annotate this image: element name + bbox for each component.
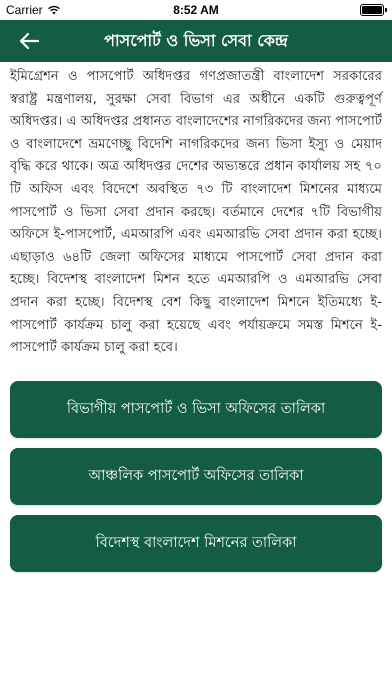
regional-office-list-button[interactable]: আঞ্চলিক পাসপোর্ট অফিসের তালিকা bbox=[10, 448, 382, 505]
battery-icon bbox=[360, 4, 387, 16]
nav-bar: পাসপোর্ট ও ভিসা সেবা কেন্দ্র bbox=[0, 20, 392, 62]
status-bar: Carrier 8:52 AM bbox=[0, 0, 392, 20]
arrow-left-icon bbox=[19, 32, 39, 50]
button-label: আঞ্চলিক পাসপোর্ট অফিসের তালিকা bbox=[88, 467, 304, 484]
button-label: বিদেশস্থ বাংলাদেশ মিশনের তালিকা bbox=[95, 534, 297, 551]
button-label: বিভাগীয় পাসপোর্ট ও ভিসা অফিসের তালিকা bbox=[66, 400, 326, 417]
division-office-list-button[interactable]: বিভাগীয় পাসপোর্ট ও ভিসা অফিসের তালিকা bbox=[10, 381, 382, 438]
page-title: পাসপোর্ট ও ভিসা সেবা কেন্দ্র bbox=[104, 30, 288, 50]
back-button[interactable] bbox=[16, 28, 42, 54]
status-time: 8:52 AM bbox=[173, 3, 219, 17]
mission-list-button[interactable]: বিদেশস্থ বাংলাদেশ মিশনের তালিকা bbox=[10, 515, 382, 572]
description-text: ইমিগ্রেশন ও পাসপোর্ট অধিদপ্তর গণপ্রজাতন্… bbox=[10, 69, 382, 356]
